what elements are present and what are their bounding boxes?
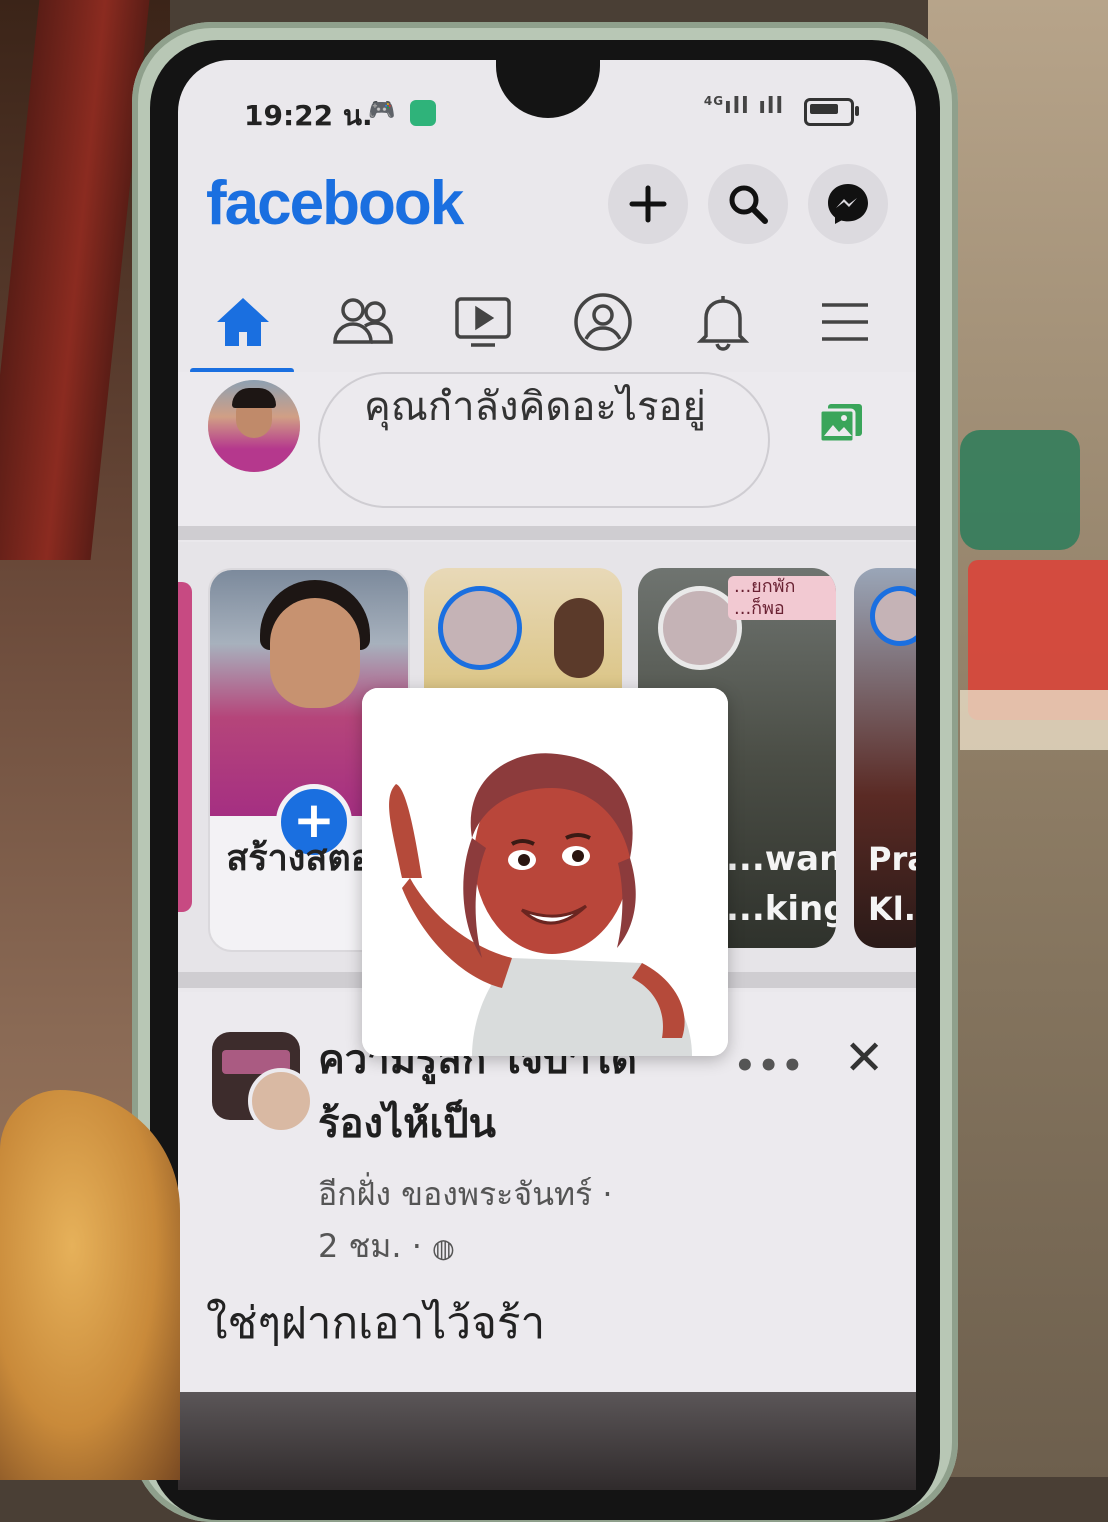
photo-button[interactable] (818, 402, 866, 450)
tab-profile[interactable] (548, 282, 658, 362)
tab-bar (178, 268, 916, 374)
messenger-button[interactable] (808, 164, 888, 244)
composer-placeholder: คุณกำลังคิดอะไรอยู่ (364, 384, 706, 430)
photo-background-object (960, 430, 1080, 550)
close-icon[interactable]: ✕ (844, 1030, 884, 1086)
app-notification-icon (410, 100, 436, 126)
user-avatar[interactable] (208, 380, 300, 472)
avatar-sticker-image (362, 688, 728, 1056)
phone-screen: 19:22 น. 🎮 4Gıll ıll facebook คุณกำลังคิ… (178, 60, 916, 1490)
messenger-icon (828, 184, 868, 224)
search-icon (729, 185, 768, 224)
tab-watch[interactable] (428, 282, 538, 362)
create-button[interactable] (608, 164, 688, 244)
profile-icon (574, 293, 632, 351)
facebook-logo: facebook (206, 169, 464, 238)
avatar-sticker-popup[interactable] (362, 688, 728, 1056)
story-author-name: ...wan ...king (726, 839, 836, 929)
story-card-partial[interactable] (178, 582, 192, 912)
author-avatar[interactable] (248, 1068, 314, 1134)
more-options-button[interactable]: ••• (734, 1046, 805, 1086)
photo-finger (0, 1090, 180, 1480)
photo-detail (270, 598, 360, 708)
status-time: 19:22 น. (244, 99, 373, 132)
menu-icon (822, 303, 868, 341)
watch-icon (455, 297, 511, 347)
tab-notifications[interactable] (668, 282, 778, 362)
photo-icon (818, 404, 862, 444)
feed-post: ความรู้สึก ใจบาได ร้องไห้เป็น ••• ✕ อีกฝ… (178, 992, 916, 1490)
app-header: facebook (178, 160, 916, 260)
plus-icon (629, 185, 667, 223)
globe-icon: ◍ (432, 1234, 455, 1264)
tab-menu[interactable] (790, 282, 900, 362)
post-body-text: ใช่ๆฝากเอาไว้จร้า (206, 1298, 546, 1349)
story-avatar (438, 586, 522, 670)
story-avatar (870, 586, 916, 646)
home-icon (217, 298, 269, 346)
story-sticker (554, 598, 604, 678)
story-card[interactable]: Pra... Kl... (854, 568, 916, 948)
notifications-icon (696, 296, 750, 351)
tab-home[interactable] (188, 282, 298, 362)
post-composer: คุณกำลังคิดอะไรอยู่ (178, 372, 916, 526)
search-button[interactable] (708, 164, 788, 244)
whats-on-your-mind-input[interactable]: คุณกำลังคิดอะไรอยู่ (318, 372, 770, 508)
post-image[interactable] (178, 1392, 916, 1490)
section-divider (178, 526, 916, 540)
photo-background-object (960, 690, 1108, 750)
post-timestamp: 2 ชม. · ◍ (318, 1227, 455, 1265)
post-meta: อีกฝั่ง ของพระจันทร์ · 2 ชม. · ◍ (318, 1168, 748, 1275)
tab-friends[interactable] (308, 282, 418, 362)
battery-icon (804, 98, 859, 126)
signal-icon: 4Gıll ıll (703, 94, 784, 119)
friends-icon (333, 298, 393, 344)
story-text-overlay: ...ยกพัก ...ก็พอ (728, 576, 836, 620)
game-controller-icon: 🎮 (368, 98, 396, 123)
post-author[interactable]: อีกฝั่ง ของพระจันทร์ · (318, 1168, 748, 1220)
story-author-name: Pra... Kl... (868, 840, 916, 928)
status-bar: 19:22 น. 🎮 4Gıll ıll (178, 60, 916, 160)
